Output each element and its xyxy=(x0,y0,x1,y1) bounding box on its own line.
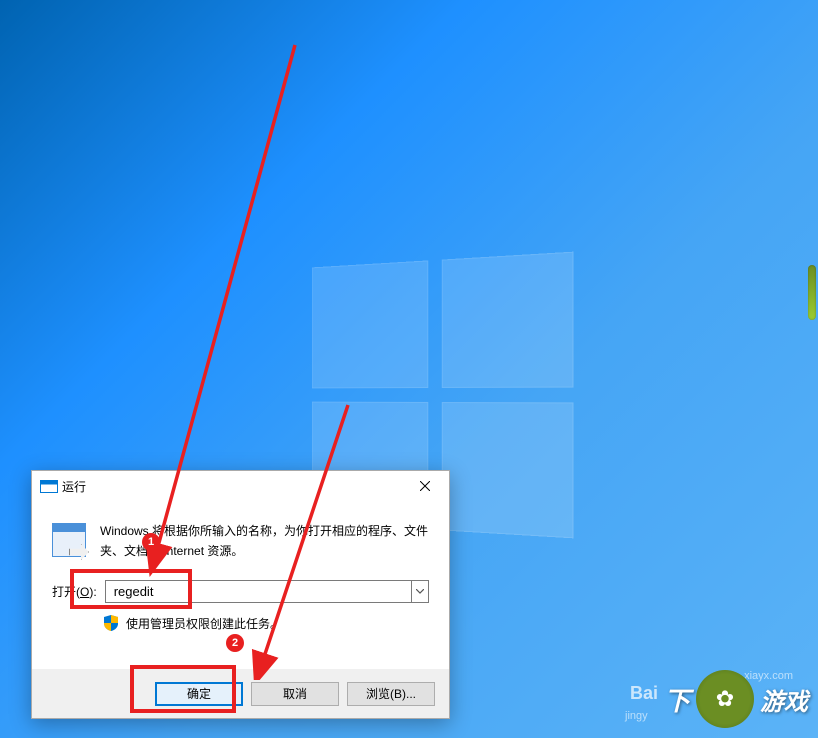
open-label: 打开(O): xyxy=(52,583,97,600)
admin-notice-text: 使用管理员权限创建此任务。 xyxy=(126,615,282,632)
input-row: 打开(O): xyxy=(52,580,429,603)
admin-notice-row: 使用管理员权限创建此任务。 xyxy=(104,615,429,632)
close-icon xyxy=(420,481,430,491)
cancel-button[interactable]: 取消 xyxy=(251,682,339,706)
run-dialog: 运行 Windows 将根据你所输入的名称，为你打开相应的程序、文件夹、文档或 … xyxy=(31,470,450,719)
combobox-dropdown-button[interactable] xyxy=(411,580,429,603)
scrollbar-indicator[interactable] xyxy=(808,265,816,320)
watermark-site-prefix: 下 xyxy=(664,681,690,718)
titlebar[interactable]: 运行 xyxy=(32,471,449,501)
logo-pane xyxy=(442,252,574,388)
watermark-game-text: 游戏 xyxy=(760,682,808,717)
browse-button[interactable]: 浏览(B)... xyxy=(347,682,435,706)
chevron-down-icon xyxy=(416,589,424,594)
logo-pane xyxy=(442,402,574,538)
close-button[interactable] xyxy=(402,472,447,500)
button-bar: 确定 取消 浏览(B)... xyxy=(32,669,449,718)
dialog-title: 运行 xyxy=(62,478,402,495)
dialog-body: Windows 将根据你所输入的名称，为你打开相应的程序、文件夹、文档或 Int… xyxy=(32,501,449,632)
watermark-logo: 下 游戏 xyxy=(664,670,808,728)
logo-pane xyxy=(312,260,428,388)
shield-icon xyxy=(104,615,118,631)
ok-button[interactable]: 确定 xyxy=(155,682,243,706)
dialog-description: Windows 将根据你所输入的名称，为你打开相应的程序、文件夹、文档或 Int… xyxy=(100,521,429,562)
desktop-background: 运行 Windows 将根据你所输入的名称，为你打开相应的程序、文件夹、文档或 … xyxy=(0,0,818,738)
run-dialog-icon xyxy=(40,479,56,493)
watermark-circle-icon xyxy=(696,670,754,728)
run-program-icon xyxy=(52,523,86,557)
info-row: Windows 将根据你所输入的名称，为你打开相应的程序、文件夹、文档或 Int… xyxy=(52,521,429,562)
command-combobox xyxy=(105,580,429,603)
command-input[interactable] xyxy=(105,580,411,603)
watermark-jingy: jingy xyxy=(625,710,648,722)
watermark-baidu: Bai xyxy=(630,683,658,704)
